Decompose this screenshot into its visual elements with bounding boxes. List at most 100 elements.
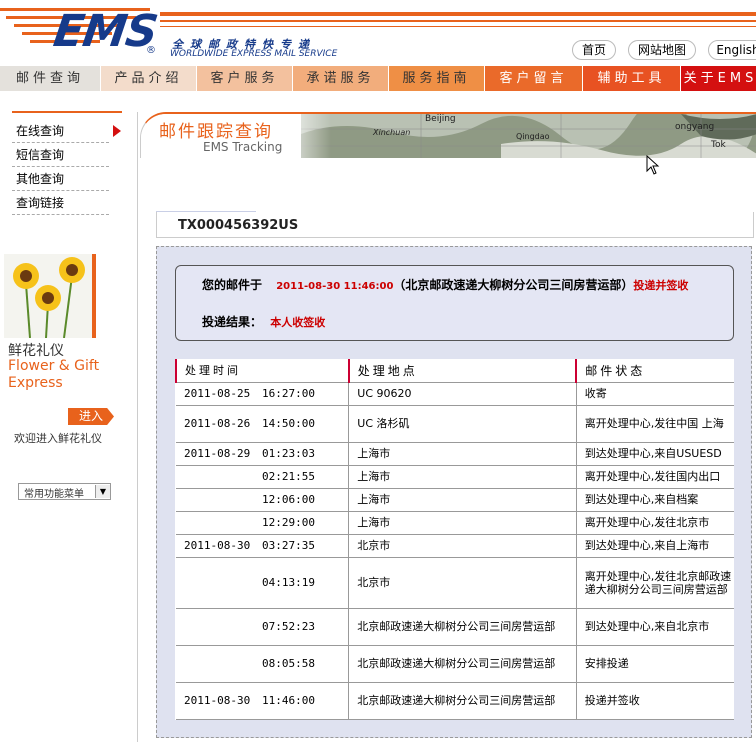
nav-item-commitment[interactable]: 承诺服务 xyxy=(293,66,389,91)
map-label: Qingdao xyxy=(516,132,550,141)
column-header-time: 处理时间 xyxy=(175,359,349,383)
map-label: ongyang xyxy=(675,122,715,132)
time-cell: 08:05:58 xyxy=(176,645,350,683)
place-cell: 北京市 xyxy=(348,557,577,609)
nav-item-guide[interactable]: 服务指南 xyxy=(389,66,485,91)
tracking-number: TX000456392US xyxy=(178,218,299,233)
status-cell: 到达处理中心,来自北京市 xyxy=(576,608,734,646)
nav-item-mail-query[interactable]: 邮件查询 xyxy=(0,66,101,91)
date-value: 2011-08-30 xyxy=(184,539,251,552)
place-cell: UC 90620 xyxy=(348,382,577,406)
place-cell: 上海市 xyxy=(348,511,577,535)
time-cell: 2011-08-30 03:27:35 xyxy=(176,534,350,558)
time-value: 07:52:23 xyxy=(262,620,315,633)
tagline-en: WORLDWIDE EXPRESS MAIL SERVICE xyxy=(170,49,338,59)
sidebar-item-online-query[interactable]: 在线查询 xyxy=(12,119,121,143)
table-row: 12:29:00 上海市 离开处理中心,发往北京市 xyxy=(176,511,734,535)
table-row: 02:21:55 上海市 离开处理中心,发往国内出口 xyxy=(176,465,734,489)
time-value: 12:06:00 xyxy=(262,493,315,506)
time-cell: 02:21:55 xyxy=(176,465,350,489)
map-label: Xinchuan xyxy=(373,128,411,137)
sidebar-item-other-query[interactable]: 其他查询 xyxy=(12,167,109,191)
page-subtitle: EMS Tracking xyxy=(203,140,283,154)
map-label: Beijing xyxy=(425,114,456,124)
status-cell: 离开处理中心,发往中国 上海 xyxy=(576,405,734,443)
time-cell: 07:52:23 xyxy=(176,608,350,646)
english-link[interactable]: English xyxy=(708,40,756,60)
ems-logo[interactable]: EMS xyxy=(50,6,160,57)
summary-time: 2011-08-30 11:46:00 xyxy=(276,281,394,292)
time-value: 11:46:00 xyxy=(262,694,315,707)
place-cell: 北京邮政速递大柳树分公司三间房营运部 xyxy=(348,645,577,683)
date-value: 2011-08-30 xyxy=(184,694,251,707)
time-value: 14:50:00 xyxy=(262,417,315,430)
registered-mark: ® xyxy=(146,45,156,56)
select-value: 常用功能菜单 xyxy=(24,489,84,500)
summary-status: 投递并签收 xyxy=(633,279,689,292)
header-stripe xyxy=(160,26,756,27)
place-cell: 上海市 xyxy=(348,465,577,489)
table-row: 2011-08-26 14:50:00 UC 洛杉矶 离开处理中心,发往中国 上海 xyxy=(176,405,734,443)
table-row: 2011-08-29 01:23:03 上海市 到达处理中心,来自USUESD xyxy=(176,442,734,466)
time-value: 01:23:03 xyxy=(262,447,315,460)
time-cell: 12:06:00 xyxy=(176,488,350,512)
summary-prefix: 您的邮件于 xyxy=(202,278,263,292)
time-cell: 04:13:19 xyxy=(176,557,350,609)
time-cell: 2011-08-29 01:23:03 xyxy=(176,442,350,466)
chevron-down-icon: ▼ xyxy=(95,485,110,498)
sidebar-top-border xyxy=(12,111,122,113)
table-row: 2011-08-30 03:27:35 北京市 到达处理中心,来自上海市 xyxy=(176,534,734,558)
time-value: 12:29:00 xyxy=(262,516,315,529)
sidebar-item-label: 在线查询 xyxy=(16,124,65,138)
place-cell: 北京市 xyxy=(348,534,577,558)
table-row: 12:06:00 上海市 到达处理中心,来自档案 xyxy=(176,488,734,512)
table-row: 08:05:58 北京邮政速递大柳树分公司三间房营运部 安排投递 xyxy=(176,645,734,683)
status-cell: 到达处理中心,来自上海市 xyxy=(576,534,734,558)
header: EMS ® 全球邮政特快专递 WORLDWIDE EXPRESS MAIL SE… xyxy=(0,0,756,64)
place-cell: 上海市 xyxy=(348,488,577,512)
nav-item-customer-service[interactable]: 客户服务 xyxy=(197,66,293,91)
promo-title-cn: 鲜花礼仪 xyxy=(8,343,64,359)
header-stripe xyxy=(160,12,756,16)
place-cell: 北京邮政速递大柳树分公司三间房营运部 xyxy=(348,682,577,720)
tracking-table: 处理时间 处理地点 邮件状态 2011-08-25 16:27:00 UC 906… xyxy=(175,359,734,720)
result-value: 本人收签收 xyxy=(270,316,326,329)
tracking-tab: TX000456392US xyxy=(156,212,754,238)
column-header-place: 处理地点 xyxy=(347,359,577,383)
sidebar-item-label: 短信查询 xyxy=(16,148,65,162)
promo-title-en: Flower & Gift xyxy=(8,358,100,374)
sitemap-link[interactable]: 网站地图 xyxy=(628,40,696,60)
time-value: 02:21:55 xyxy=(262,470,315,483)
table-row: 04:13:19 北京市 离开处理中心,发往北京邮政速递大柳树分公司三间房营运部 xyxy=(176,557,734,609)
time-cell: 2011-08-30 11:46:00 xyxy=(176,682,350,720)
enter-button[interactable]: 进入 xyxy=(68,408,114,425)
status-cell: 安排投递 xyxy=(576,645,734,683)
place-cell: 上海市 xyxy=(348,442,577,466)
place-cell: 北京邮政速递大柳树分公司三间房营运部 xyxy=(348,608,577,646)
nav-item-about[interactable]: 关于EMS xyxy=(681,66,756,91)
time-value: 08:05:58 xyxy=(262,657,315,670)
nav-item-tools[interactable]: 辅助工具 xyxy=(583,66,681,91)
flower-image[interactable] xyxy=(4,254,96,339)
status-cell: 投递并签收 xyxy=(576,682,734,720)
home-link[interactable]: 首页 xyxy=(572,40,616,60)
result-label: 投递结果： xyxy=(202,315,263,329)
nav-item-feedback[interactable]: 客户留言 xyxy=(485,66,583,91)
time-cell: 12:29:00 xyxy=(176,511,350,535)
function-menu-select[interactable]: 常用功能菜单 ▼ xyxy=(18,483,111,500)
table-row: 2011-08-30 11:46:00 北京邮政速递大柳树分公司三间房营运部 投递… xyxy=(176,682,734,720)
status-cell: 到达处理中心,来自USUESD xyxy=(576,442,734,466)
sidebar-item-sms-query[interactable]: 短信查询 xyxy=(12,143,109,167)
mouse-cursor-icon xyxy=(646,155,660,175)
sidebar-item-query-links[interactable]: 查询链接 xyxy=(12,191,109,215)
status-cell: 离开处理中心,发往国内出口 xyxy=(576,465,734,489)
sidebar-item-label: 查询链接 xyxy=(16,196,65,210)
time-cell: 2011-08-25 16:27:00 xyxy=(176,382,350,406)
status-cell: 到达处理中心,来自档案 xyxy=(576,488,734,512)
map-label: Tok xyxy=(711,140,726,150)
header-stripe xyxy=(160,20,756,22)
time-value: 16:27:00 xyxy=(262,387,315,400)
nav-item-products[interactable]: 产品介绍 xyxy=(101,66,197,91)
table-row: 07:52:23 北京邮政速递大柳树分公司三间房营运部 到达处理中心,来自北京市 xyxy=(176,608,734,646)
summary-office: （北京邮政速递大柳树分公司三间房营运部） xyxy=(393,278,634,292)
